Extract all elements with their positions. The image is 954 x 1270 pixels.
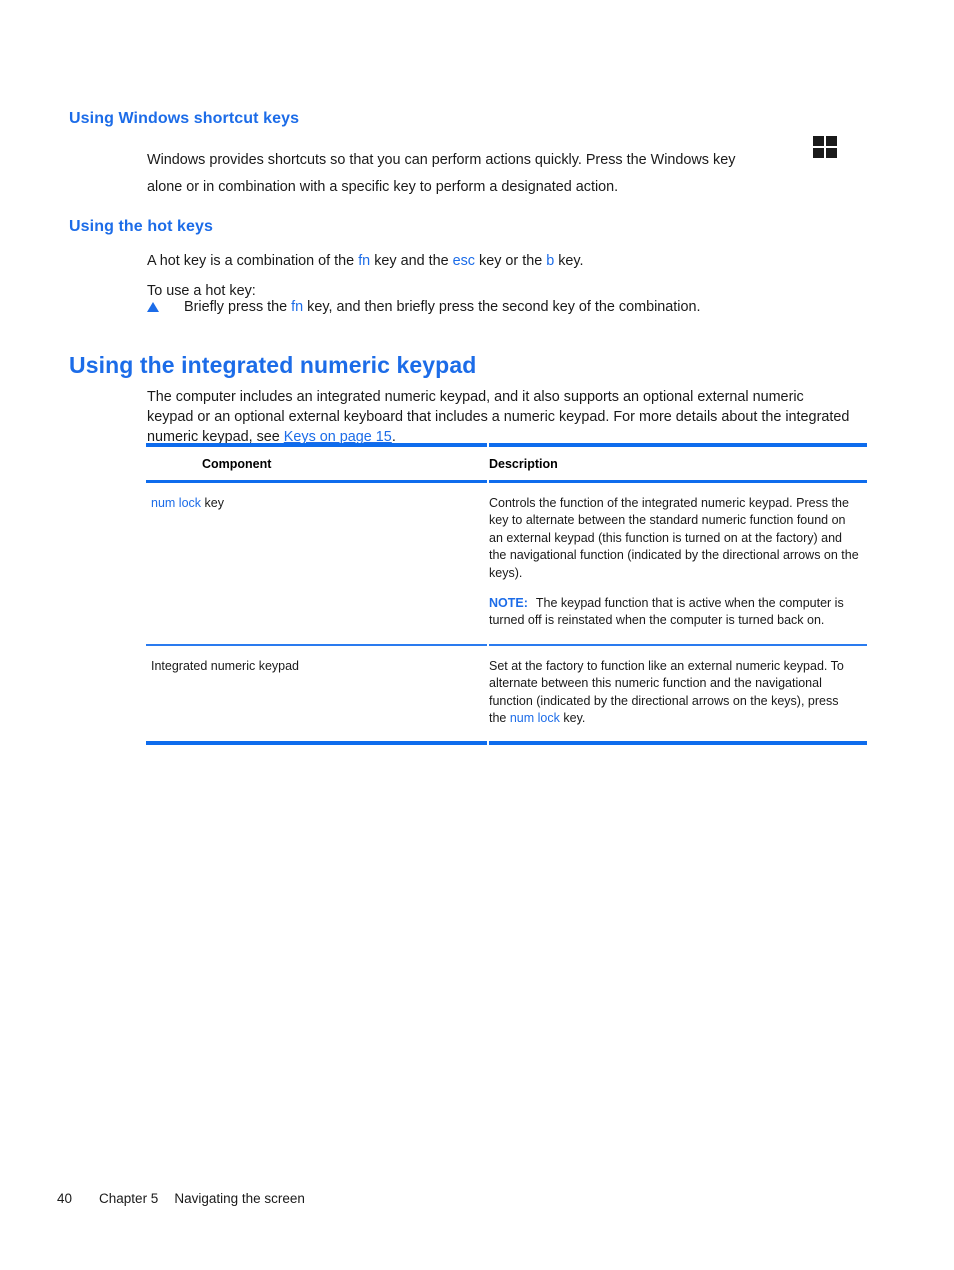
heading-using-the-hot-keys: Using the hot keys [69,218,214,235]
component-description-table: Component Description num lock key Contr… [146,443,867,746]
key-fn-bullet: fn [291,299,304,315]
table-bottom-rule [146,741,867,746]
paragraph-hot-key-definition: A hot key is a combination of the fn key… [147,251,847,271]
table-row: Integrated numeric keypad Set at the fac… [146,646,867,742]
description-numlock-text: Controls the function of the integrated … [489,496,859,580]
table-cell-component-numlock: num lock key [146,483,487,644]
paragraph-windows-shortcut-line1: Windows provides shortcuts so that you c… [147,152,736,169]
description-keypad-text-2: key. [559,711,586,726]
list-item-hotkey-step-text: Briefly press the fn key, and then brief… [184,297,701,317]
footer-page-number: 40 [57,1191,73,1206]
hotkey-text-4: key. [554,253,584,270]
windows-logo-pane-br [826,148,837,158]
table-cell-description-numlock: Controls the function of the integrated … [487,483,867,644]
paragraph-windows-shortcut-line2: alone or in combination with a specific … [147,179,619,196]
triangle-bullet-icon [147,302,159,312]
footer-chapter: Chapter 5 [99,1191,159,1206]
key-num-lock-2: num lock [509,711,560,726]
note-label: NOTE: [489,596,528,611]
footer-chapter-title: Navigating the screen [174,1191,305,1206]
windows-logo-pane-tr [826,136,837,146]
component-numlock-suffix: key [201,496,224,510]
paragraph-numeric-keypad-intro: The computer includes an integrated nume… [147,387,854,447]
heading-using-windows-shortcut-keys: Using Windows shortcut keys [69,110,300,127]
table-cell-description-integrated-keypad: Set at the factory to function like an e… [487,646,867,742]
document-page: Using Windows shortcut keys Windows prov… [0,0,954,1270]
windows-logo-icon [813,136,837,158]
table-row: num lock key Controls the function of th… [146,483,867,644]
page-footer: 40 Chapter 5 Navigating the screen [57,1191,305,1206]
heading-using-the-integrated-numeric-keypad: Using the integrated numeric keypad [69,352,477,379]
table-top-rule [146,443,867,447]
hotkey-text-3: key or the [475,253,547,270]
key-num-lock: num lock [151,496,202,510]
table-bottom-rule-right [489,741,867,746]
key-fn: fn [358,253,371,270]
table-cell-component-integrated-keypad: Integrated numeric keypad [151,658,300,673]
hotkey-text-1: A hot key is a combination of the [147,253,359,270]
intro-text-1: The computer includes an integrated nume… [147,389,850,446]
key-esc: esc [452,253,476,270]
list-item-hotkey-step: Briefly press the fn key, and then brief… [147,297,701,317]
table-bottom-rule-left [146,741,487,746]
hotkey-text-2: key and the [370,253,453,270]
bullet-text-2: key, and then briefly press the second k… [303,299,701,315]
windows-logo-pane-tl [813,136,824,146]
table-header-description: Description [489,456,558,471]
note-block: NOTE: The keypad function that is active … [489,595,859,630]
bullet-text-1: Briefly press the [184,299,292,315]
windows-logo-pane-bl [813,148,824,158]
note-text: The keypad function that is active when … [489,596,844,628]
table-header-component: Component [202,456,272,471]
table-header-row: Component Description [146,447,867,480]
table-top-rule-left [146,443,487,447]
table-top-rule-right [489,443,867,447]
